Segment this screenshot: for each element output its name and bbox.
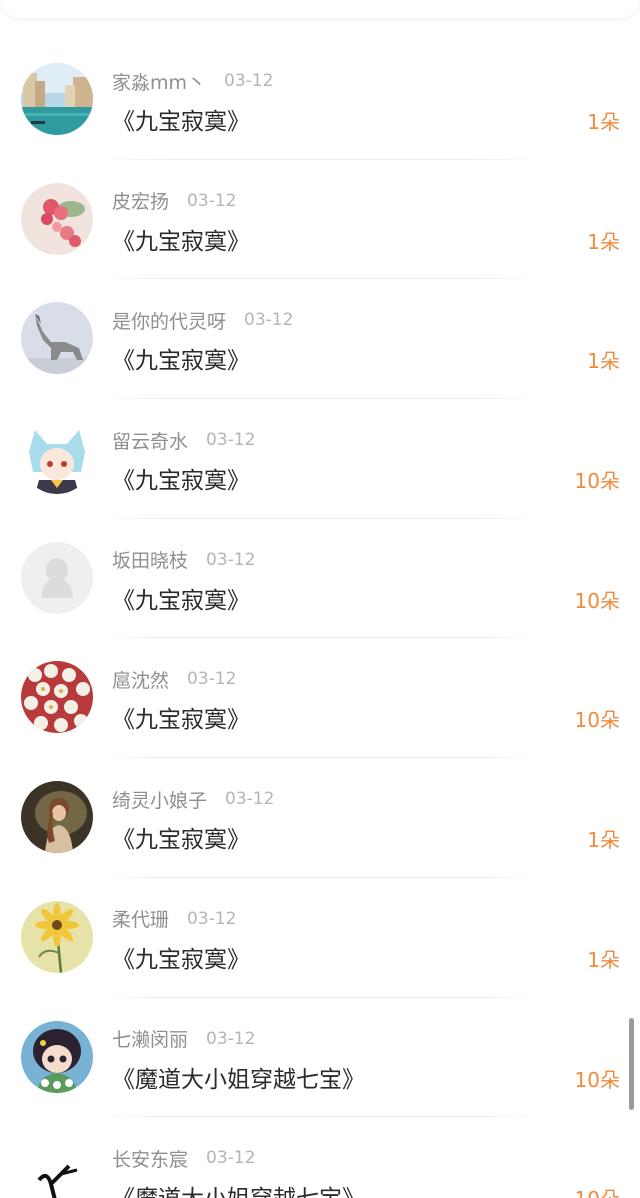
anime-catboy-avatar[interactable] [21, 422, 93, 495]
gift-records-screen: 家淼mm丶 03-12 《九宝寂寞》 1朵 皮宏扬 03-12 《九宝寂寞》 1… [0, 0, 640, 1198]
record-date: 03-12 [206, 549, 256, 570]
record-date: 03-12 [224, 71, 274, 91]
list-item[interactable]: 家淼mm丶 03-12 《九宝寂寞》 1朵 [0, 40, 640, 160]
list-item[interactable]: 七濑闵丽 03-12 《魔道大小姐穿越七宝》 10朵 [0, 998, 640, 1118]
scrollbar[interactable] [629, 1018, 634, 1110]
gift-count: 1朵 [587, 229, 620, 254]
list-item[interactable]: 扈沈然 03-12 《九宝寂寞》 10朵 [0, 638, 640, 758]
pink-flowers-avatar[interactable] [21, 182, 93, 255]
record-date: 03-12 [244, 310, 294, 331]
book-title[interactable]: 《魔道大小姐穿越七宝》 [112, 1179, 365, 1198]
user-name[interactable]: 绮灵小娘子 [112, 786, 207, 813]
howling-wolf-avatar[interactable] [21, 302, 93, 375]
header-card [0, 0, 640, 18]
list-item[interactable]: 留云奇水 03-12 《九宝寂寞》 10朵 [0, 399, 640, 519]
book-title[interactable]: 《九宝寂寞》 [112, 940, 250, 974]
gift-count: 10朵 [575, 1183, 620, 1198]
venice-canal-avatar[interactable] [21, 63, 93, 135]
user-name[interactable]: 家淼mm丶 [112, 68, 206, 95]
gift-count: 10朵 [574, 469, 620, 494]
gift-count: 1朵 [587, 349, 620, 374]
girl-portrait-avatar[interactable] [21, 781, 93, 854]
record-date: 03-12 [187, 908, 237, 929]
book-title[interactable]: 《九宝寂寞》 [112, 700, 250, 734]
list-item[interactable]: 皮宏扬 03-12 《九宝寂寞》 1朵 [0, 160, 640, 280]
gift-record-list[interactable]: 家淼mm丶 03-12 《九宝寂寞》 1朵 皮宏扬 03-12 《九宝寂寞》 1… [0, 40, 640, 1198]
user-name[interactable]: 皮宏扬 [112, 187, 169, 214]
gift-count: 10朵 [574, 588, 620, 613]
gift-count: 1朵 [587, 110, 620, 134]
anime-child-avatar[interactable] [21, 1020, 93, 1093]
user-name[interactable]: 留云奇水 [112, 427, 188, 454]
gift-count: 1朵 [587, 947, 620, 972]
list-item[interactable]: 绮灵小娘子 03-12 《九宝寂寞》 1朵 [0, 758, 640, 878]
record-date: 03-12 [206, 1028, 256, 1049]
book-title[interactable]: 《九宝寂寞》 [112, 222, 250, 256]
record-date: 03-12 [206, 1148, 256, 1169]
book-title[interactable]: 《九宝寂寞》 [112, 341, 250, 375]
user-name[interactable]: 柔代珊 [112, 905, 169, 932]
user-name[interactable]: 扈沈然 [112, 666, 169, 693]
gift-count: 1朵 [587, 828, 620, 853]
book-title[interactable]: 《九宝寂寞》 [112, 461, 250, 495]
record-date: 03-12 [206, 430, 256, 451]
yellow-daisy-avatar[interactable] [21, 900, 93, 973]
gift-count: 10朵 [574, 1067, 620, 1092]
user-name[interactable]: 是你的代灵呀 [112, 307, 226, 334]
list-item[interactable]: 柔代珊 03-12 《九宝寂寞》 1朵 [0, 878, 640, 998]
gift-count: 10朵 [574, 708, 620, 733]
list-item[interactable]: 是你的代灵呀 03-12 《九宝寂寞》 1朵 [0, 279, 640, 399]
book-title[interactable]: 《魔道大小姐穿越七宝》 [112, 1060, 365, 1094]
ink-sketch-avatar[interactable] [21, 1140, 93, 1198]
user-name[interactable]: 长安东宸 [112, 1145, 188, 1172]
user-name[interactable]: 坂田晓枝 [112, 546, 188, 573]
record-date: 03-12 [187, 190, 237, 211]
book-title[interactable]: 《九宝寂寞》 [112, 102, 250, 136]
book-title[interactable]: 《九宝寂寞》 [112, 820, 250, 854]
default-penguin-avatar[interactable] [21, 541, 93, 614]
record-date: 03-12 [187, 669, 237, 690]
list-item[interactable]: 长安东宸 03-12 《魔道大小姐穿越七宝》 10朵 [0, 1117, 640, 1198]
list-item[interactable]: 坂田晓枝 03-12 《九宝寂寞》 10朵 [0, 519, 640, 639]
user-name[interactable]: 七濑闵丽 [112, 1025, 188, 1052]
white-blossoms-avatar[interactable] [21, 661, 93, 734]
record-date: 03-12 [225, 789, 275, 810]
book-title[interactable]: 《九宝寂寞》 [112, 581, 250, 615]
